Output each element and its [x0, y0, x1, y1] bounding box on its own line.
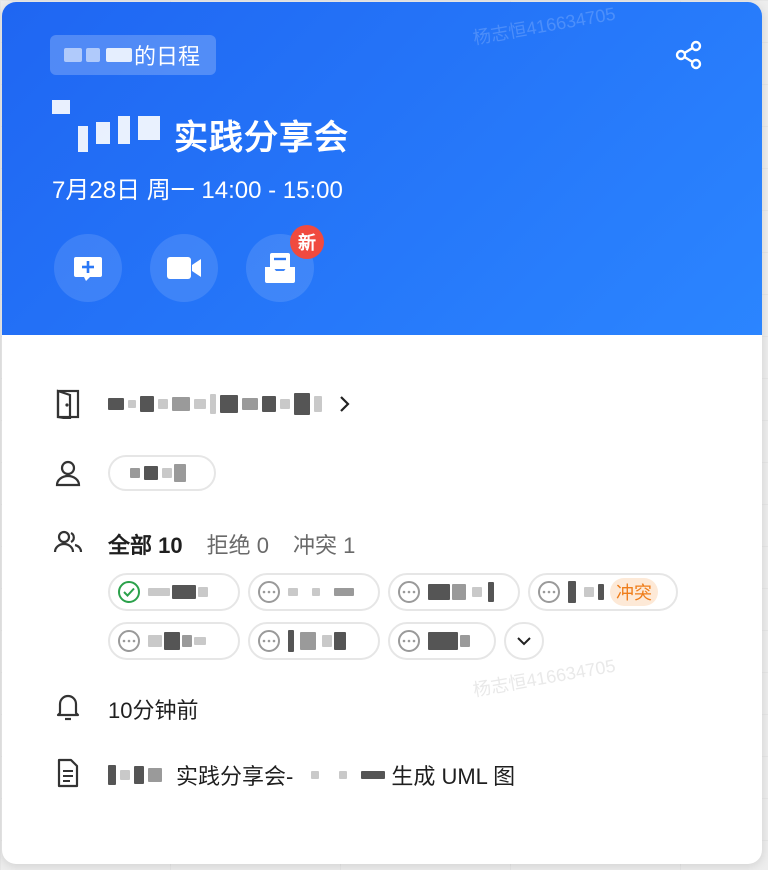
owner-calendar-tag: 的日程	[50, 35, 217, 75]
pending-icon	[398, 581, 420, 603]
video-camera-icon	[167, 257, 201, 279]
event-description: 实践分享会- 生成 UML 图	[108, 759, 515, 791]
attendee-chip-conflict[interactable]: 冲突	[528, 573, 678, 611]
attendee-chip[interactable]	[388, 622, 496, 660]
chevron-right-icon	[340, 396, 350, 412]
redacted-name	[64, 48, 82, 62]
tab-declined[interactable]: 拒绝 0	[207, 528, 269, 560]
expand-attendees-button[interactable]	[504, 622, 544, 660]
video-meeting-button[interactable]	[150, 234, 218, 302]
redacted-name	[106, 48, 132, 62]
description-text-1: 实践分享会-	[176, 764, 294, 789]
tab-all-attendees[interactable]: 全部 10	[108, 528, 183, 560]
attendee-chip[interactable]	[108, 573, 240, 611]
bell-icon	[52, 691, 84, 723]
attendee-chip[interactable]	[248, 622, 380, 660]
attendee-chip[interactable]	[388, 573, 520, 611]
event-header: 的日程 实践分享会 7月28日 周一 14:00 - 15:00 新	[2, 2, 762, 335]
attendee-chip[interactable]	[108, 622, 240, 660]
door-icon	[52, 388, 84, 420]
owner-calendar-label: 的日程	[134, 44, 201, 69]
meeting-room-link[interactable]	[108, 390, 354, 418]
event-time: 7月28日 周一 14:00 - 15:00	[52, 177, 343, 204]
reminder-text: 10分钟前	[108, 698, 199, 723]
person-icon	[52, 457, 84, 489]
pending-icon	[258, 630, 280, 652]
organizer-chip[interactable]	[108, 455, 216, 491]
conflict-badge: 冲突	[610, 578, 658, 606]
pending-icon	[538, 581, 560, 603]
group-chat-button[interactable]	[54, 234, 122, 302]
attendee-stats: 全部 10 拒绝 0 冲突 1	[108, 528, 355, 560]
add-chat-icon	[74, 257, 102, 281]
redacted-name	[86, 48, 100, 62]
redacted-title-prefix	[52, 100, 160, 152]
watermark: 杨志恒416634705	[471, 655, 617, 701]
chevron-down-icon	[517, 637, 531, 646]
new-badge: 新	[290, 225, 324, 259]
pending-icon	[258, 581, 280, 603]
share-icon	[675, 40, 702, 70]
pending-icon	[118, 630, 140, 652]
people-icon	[52, 526, 84, 558]
event-title-text: 实践分享会	[174, 118, 349, 157]
accepted-icon	[118, 581, 140, 603]
tab-conflict[interactable]: 冲突 1	[293, 528, 355, 560]
event-title: 实践分享会	[52, 100, 349, 162]
inbox-doc-icon	[265, 253, 295, 283]
attendee-chip[interactable]	[248, 573, 380, 611]
pending-icon	[398, 630, 420, 652]
description-text-2: 生成 UML 图	[391, 764, 516, 789]
share-button[interactable]	[671, 37, 707, 73]
event-detail-card: 的日程 实践分享会 7月28日 周一 14:00 - 15:00 新 全部 10…	[2, 2, 762, 864]
document-icon	[52, 757, 84, 789]
